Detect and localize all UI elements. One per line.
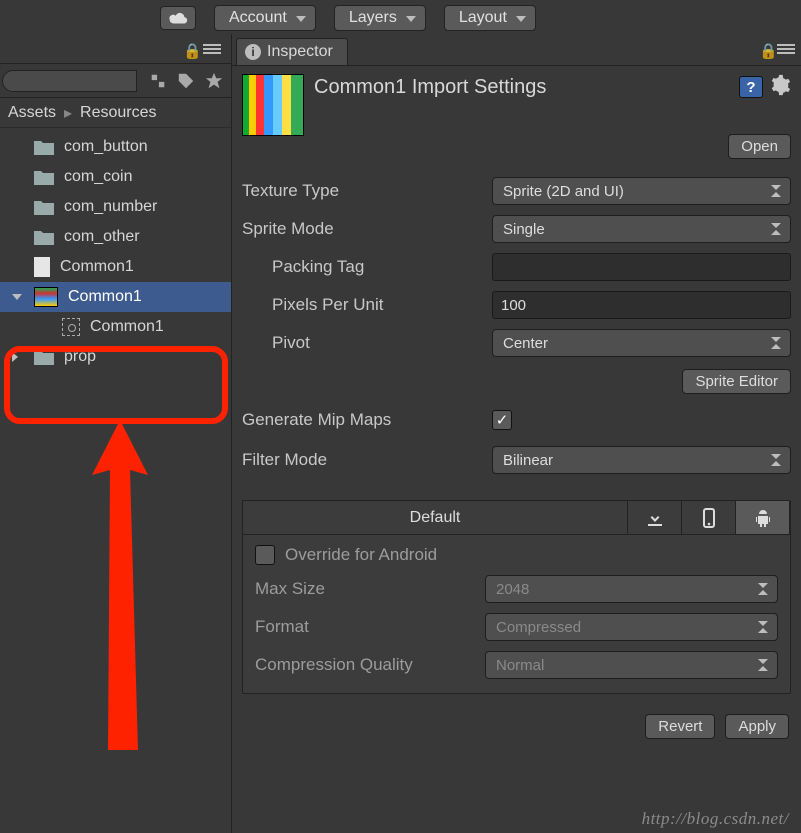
folder-icon xyxy=(34,229,54,245)
platform-tabs: Default xyxy=(243,501,790,535)
inspector-body: Common1 Import Settings ? Open Texture T… xyxy=(232,66,801,739)
platform-override-box: Default Overr xyxy=(242,500,791,694)
filter-by-label-icon[interactable] xyxy=(175,70,197,92)
format-label: Format xyxy=(255,617,485,637)
info-icon: i xyxy=(245,44,261,60)
android-icon xyxy=(753,508,773,528)
sprite-mode-select[interactable]: Single xyxy=(492,215,791,243)
filter-by-type-icon[interactable] xyxy=(147,70,169,92)
asset-row[interactable]: com_other xyxy=(0,222,231,252)
sprite-icon xyxy=(62,318,80,336)
top-toolbar: Account Layers Layout xyxy=(0,0,801,34)
asset-row[interactable]: Common1 xyxy=(0,312,231,342)
max-size-label: Max Size xyxy=(255,579,485,599)
override-android-checkbox[interactable] xyxy=(255,545,275,565)
platform-tab-standalone[interactable] xyxy=(628,501,682,534)
sprite-editor-button[interactable]: Sprite Editor xyxy=(682,369,791,394)
platform-tab-android[interactable] xyxy=(736,501,790,534)
platform-tab-default[interactable]: Default xyxy=(243,501,628,534)
inspector-panel: i Inspector 🔒 Common1 Import Settings ? xyxy=(232,34,801,833)
packing-tag-label: Packing Tag xyxy=(242,257,492,277)
cloud-button[interactable] xyxy=(160,6,196,30)
asset-label: Common1 xyxy=(60,258,134,276)
layout-dropdown[interactable]: Layout xyxy=(444,5,536,31)
download-icon xyxy=(645,508,665,528)
inspector-header-actions: ? xyxy=(739,74,791,100)
apply-button[interactable]: Apply xyxy=(725,714,789,739)
left-lock-strip: 🔒 xyxy=(0,34,231,64)
generate-mipmaps-checkbox[interactable] xyxy=(492,410,512,430)
compression-quality-select[interactable]: Normal xyxy=(485,651,778,679)
gear-icon[interactable] xyxy=(769,74,791,100)
breadcrumb-folder[interactable]: Resources xyxy=(80,104,156,122)
panel-menu-icon[interactable] xyxy=(777,42,795,56)
packing-tag-input[interactable] xyxy=(492,253,791,281)
breadcrumb-separator-icon: ▸ xyxy=(64,103,72,123)
inspector-tab[interactable]: i Inspector xyxy=(236,38,348,65)
asset-label: com_coin xyxy=(64,168,132,186)
breadcrumb: Assets ▸ Resources xyxy=(0,98,231,128)
project-panel: 🔒 Assets ▸ Resources com_button com_coin xyxy=(0,34,232,833)
file-icon xyxy=(34,257,50,277)
favorite-icon[interactable] xyxy=(203,70,225,92)
expand-toggle-icon[interactable] xyxy=(12,294,22,300)
texture-type-label: Texture Type xyxy=(242,181,492,201)
pivot-select[interactable]: Center xyxy=(492,329,791,357)
lock-icon[interactable]: 🔒 xyxy=(183,42,197,56)
generate-mipmaps-label: Generate Mip Maps xyxy=(242,410,492,430)
asset-label: com_button xyxy=(64,138,148,156)
account-dropdown[interactable]: Account xyxy=(214,5,316,31)
asset-row-selected[interactable]: Common1 xyxy=(0,282,231,312)
asset-row[interactable]: com_number xyxy=(0,192,231,222)
sprite-mode-label: Sprite Mode xyxy=(242,219,492,239)
asset-label: Common1 xyxy=(68,288,142,306)
revert-button[interactable]: Revert xyxy=(645,714,715,739)
texture-type-select[interactable]: Sprite (2D and UI) xyxy=(492,177,791,205)
inspector-title: Common1 Import Settings xyxy=(314,74,729,99)
inspector-header: Common1 Import Settings ? xyxy=(242,74,791,136)
lock-icon[interactable]: 🔒 xyxy=(759,42,773,56)
asset-list: com_button com_coin com_number com_other… xyxy=(0,128,231,833)
folder-icon xyxy=(34,199,54,215)
override-android-label: Override for Android xyxy=(285,545,515,565)
pivot-label: Pivot xyxy=(242,333,492,353)
phone-icon xyxy=(699,508,719,528)
asset-thumbnail xyxy=(242,74,304,136)
main-split: 🔒 Assets ▸ Resources com_button com_coin xyxy=(0,34,801,833)
pixels-per-unit-label: Pixels Per Unit xyxy=(242,295,492,315)
pixels-per-unit-input[interactable] xyxy=(492,291,791,319)
max-size-select[interactable]: 2048 xyxy=(485,575,778,603)
asset-label: com_number xyxy=(64,198,157,216)
asset-row[interactable]: com_coin xyxy=(0,162,231,192)
panel-menu-icon[interactable] xyxy=(203,42,221,56)
asset-row[interactable]: com_button xyxy=(0,132,231,162)
filter-mode-label: Filter Mode xyxy=(242,450,492,470)
platform-tab-ios[interactable] xyxy=(682,501,736,534)
cloud-icon xyxy=(167,10,189,26)
inspector-tab-label: Inspector xyxy=(267,43,333,61)
asset-row[interactable]: prop xyxy=(0,342,231,372)
help-icon[interactable]: ? xyxy=(739,76,763,98)
sprite-sheet-icon xyxy=(34,287,58,307)
project-tabs xyxy=(0,64,231,98)
folder-icon xyxy=(34,349,54,365)
inspector-panel-options: 🔒 xyxy=(759,42,795,56)
asset-row[interactable]: Common1 xyxy=(0,252,231,282)
asset-label: prop xyxy=(64,348,96,366)
compression-quality-label: Compression Quality xyxy=(255,655,485,675)
folder-icon xyxy=(34,169,54,185)
project-search-input[interactable] xyxy=(2,70,137,92)
filter-mode-select[interactable]: Bilinear xyxy=(492,446,791,474)
watermark-text: http://blog.csdn.net/ xyxy=(642,809,789,829)
open-button[interactable]: Open xyxy=(728,134,791,159)
asset-label: com_other xyxy=(64,228,140,246)
layers-dropdown[interactable]: Layers xyxy=(334,5,426,31)
inspector-tabbar: i Inspector 🔒 xyxy=(232,34,801,66)
expand-toggle-icon[interactable] xyxy=(12,352,18,362)
format-select[interactable]: Compressed xyxy=(485,613,778,641)
folder-icon xyxy=(34,139,54,155)
asset-label: Common1 xyxy=(90,318,164,336)
breadcrumb-root[interactable]: Assets xyxy=(8,104,56,122)
